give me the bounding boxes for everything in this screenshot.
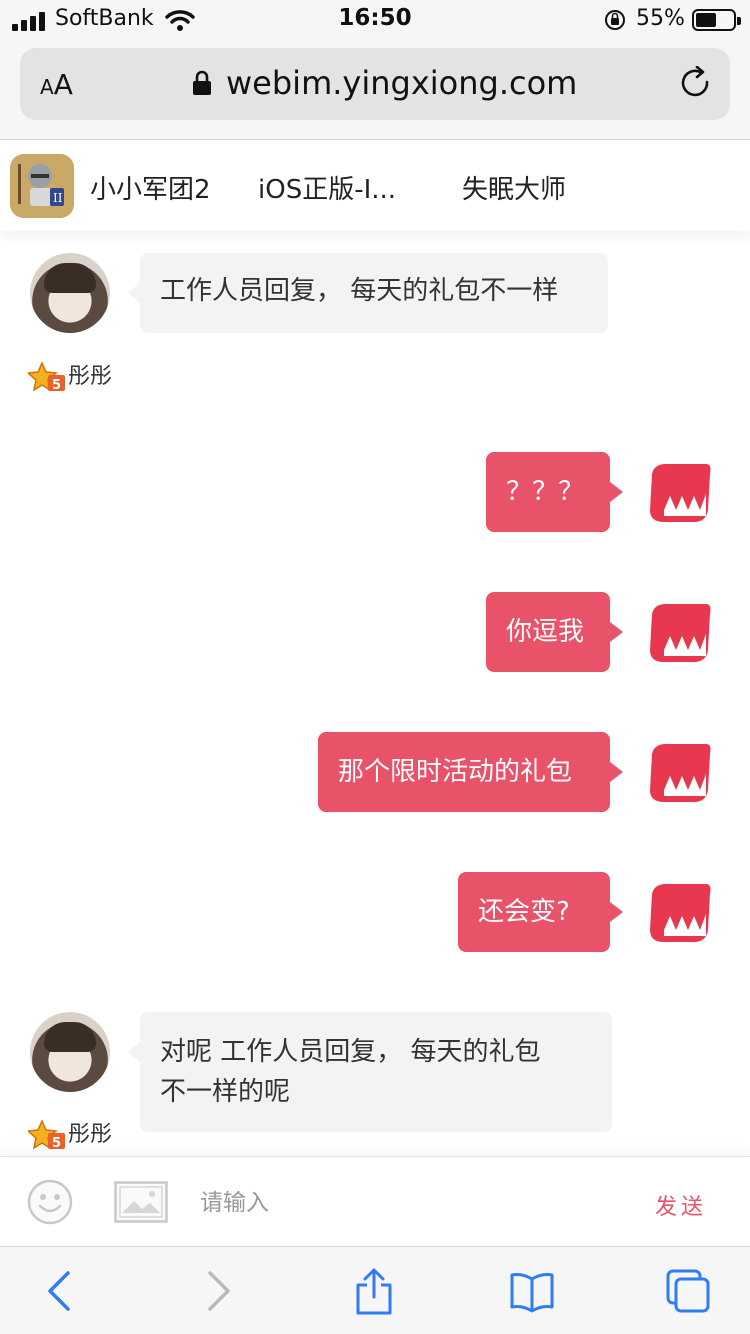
chat-messages[interactable]: 工作人员回复， 每天的礼包不一样 5 彤彤 ？？？ 你逗我 那个限时活动的礼包 … — [0, 231, 750, 1156]
share-icon[interactable] — [350, 1267, 398, 1315]
browser-address-area: AA webim.yingxiong.com — [0, 40, 750, 140]
send-button[interactable]: 发送 — [655, 1189, 707, 1221]
tab-game-2[interactable]: iOS正版-I... — [258, 169, 396, 206]
svg-text:5: 5 — [52, 378, 61, 392]
battery-percent: 55% — [636, 6, 685, 31]
text-size-button[interactable]: AA — [40, 68, 73, 101]
outgoing-message: 那个限时活动的礼包 — [318, 732, 623, 812]
my-avatar-icon[interactable] — [646, 740, 714, 806]
chevron-left-icon[interactable] — [36, 1267, 84, 1315]
tabs-icon[interactable] — [664, 1267, 712, 1315]
image-icon[interactable] — [114, 1181, 168, 1223]
user-avatar[interactable] — [30, 1012, 110, 1092]
user-name-tag: 5 彤彤 — [28, 1120, 112, 1150]
address-bar[interactable]: AA webim.yingxiong.com — [20, 48, 730, 120]
status-bar: SoftBank 16:50 55% — [0, 0, 750, 40]
incoming-message: 对呢 工作人员回复， 每天的礼包 不一样的呢 — [128, 1012, 612, 1132]
game-tabs: II 小小军团2 iOS正版-I... 失眠大师 — [0, 141, 750, 231]
user-avatar[interactable] — [30, 253, 110, 333]
smiley-icon[interactable] — [27, 1179, 73, 1225]
lock-icon — [193, 70, 211, 95]
browser-toolbar — [0, 1246, 750, 1334]
tab-game-3[interactable]: 失眠大师 — [462, 169, 566, 206]
chevron-right-icon[interactable] — [194, 1267, 242, 1315]
game-app-icon[interactable]: II — [10, 154, 74, 218]
user-name-tag: 5 彤彤 — [28, 362, 112, 392]
reload-icon[interactable] — [680, 66, 714, 102]
vip-badge-icon: 5 — [28, 362, 65, 392]
url-text[interactable]: webim.yingxiong.com — [226, 64, 577, 102]
my-avatar-icon[interactable] — [646, 600, 714, 666]
svg-text:5: 5 — [52, 1136, 61, 1150]
message-input[interactable] — [200, 1183, 620, 1223]
battery-icon — [692, 9, 741, 31]
svg-text:II: II — [53, 191, 63, 205]
message-input-bar: 发送 — [0, 1156, 750, 1246]
incoming-message: 工作人员回复， 每天的礼包不一样 — [128, 253, 608, 333]
outgoing-message: 还会变? — [458, 872, 623, 952]
vip-badge-icon: 5 — [28, 1120, 65, 1150]
orientation-lock-icon — [605, 10, 625, 30]
outgoing-message: ？？？ — [486, 452, 623, 532]
knight-icon: II — [10, 154, 74, 218]
my-avatar-icon[interactable] — [646, 880, 714, 946]
tab-game-1[interactable]: 小小军团2 — [90, 169, 211, 206]
book-icon[interactable] — [508, 1267, 556, 1315]
outgoing-message: 你逗我 — [486, 592, 623, 672]
my-avatar-icon[interactable] — [646, 460, 714, 526]
